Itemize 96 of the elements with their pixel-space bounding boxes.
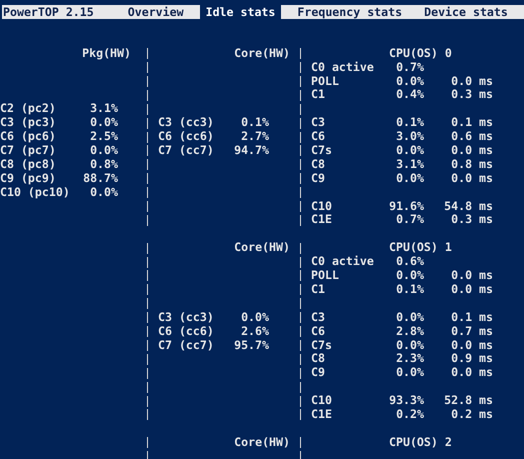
tab[interactable]: Overview <box>122 5 190 19</box>
residency-value: 2.8% <box>396 324 424 339</box>
time-value: 0.3 ms <box>451 88 493 102</box>
state-label: C10 <box>311 200 332 214</box>
residency-value: 0.8% <box>90 158 118 172</box>
column-header: Core(HW) <box>234 46 290 61</box>
state-label: C9 <box>311 172 325 186</box>
state-label: C10 <box>311 394 332 408</box>
residency-value: 0.7% <box>396 60 424 75</box>
time-value: 0.8 ms <box>451 158 493 172</box>
state-label: C7 (cc7) <box>158 338 214 352</box>
state-label: C0 active <box>311 60 374 75</box>
state-label: C7s <box>311 144 332 158</box>
time-value: 0.3 ms <box>451 213 493 228</box>
residency-value: 0.1% <box>396 282 424 297</box>
state-label: C1E <box>311 213 332 228</box>
state-label: C1E <box>311 408 332 422</box>
residency-value: 0.2% <box>396 408 424 422</box>
time-value: 0.1 ms <box>451 116 493 130</box>
residency-value: 0.0% <box>90 144 118 158</box>
residency-value: 0.0% <box>396 269 424 283</box>
time-value: 54.8 ms <box>444 200 493 214</box>
state-label: C10 (pc10) <box>0 186 70 200</box>
residency-value: 0.6% <box>396 255 424 270</box>
column-header: CPU(OS) 0 <box>389 46 452 61</box>
residency-value: 3.1% <box>90 102 118 116</box>
state-label: C8 <box>311 158 325 172</box>
state-label: C7 (cc7) <box>158 144 214 158</box>
residency-value: 0.7% <box>396 213 424 228</box>
time-value: 0.0 ms <box>451 366 493 380</box>
residency-value: 91.6% <box>389 200 424 214</box>
column-header: CPU(OS) 1 <box>389 241 452 256</box>
tab[interactable]: Device stats <box>418 5 514 19</box>
state-label: C1 <box>311 88 325 102</box>
residency-value: 0.0% <box>90 186 118 200</box>
state-label: C7s <box>311 338 332 352</box>
time-value: 0.0 ms <box>451 74 493 88</box>
residency-value: 2.7% <box>241 130 269 144</box>
column-header: Core(HW) <box>234 436 290 450</box>
state-label: C9 <box>311 366 325 380</box>
state-label: C6 (pc6) <box>0 130 56 144</box>
state-label: C0 active <box>311 255 374 270</box>
residency-value: 3.0% <box>396 130 424 144</box>
state-label: C7 (pc7) <box>0 144 56 158</box>
time-value: 0.6 ms <box>451 130 493 144</box>
residency-value: 2.3% <box>396 352 424 366</box>
state-label: C2 (pc2) <box>0 102 56 116</box>
state-label: C3 <box>311 116 325 130</box>
residency-value: 2.6% <box>241 324 269 339</box>
state-label: POLL <box>311 269 339 283</box>
state-label: C8 <box>311 352 325 366</box>
tab[interactable]: Frequency stats <box>291 5 408 19</box>
residency-value: 0.0% <box>396 172 424 186</box>
state-label: C6 <box>311 324 325 339</box>
time-value: 0.0 ms <box>451 282 493 297</box>
residency-value: 0.1% <box>241 116 269 130</box>
time-value: 0.1 ms <box>451 310 493 325</box>
state-label: C8 (pc8) <box>0 158 56 172</box>
residency-value: 0.1% <box>396 116 424 130</box>
residency-value: 0.0% <box>396 144 424 158</box>
time-value: 0.2 ms <box>451 408 493 422</box>
state-label: C3 (pc3) <box>0 116 56 130</box>
state-label: C6 <box>311 130 325 144</box>
state-label: C3 <box>311 310 325 325</box>
residency-value: 0.0% <box>90 116 118 130</box>
column-header: Core(HW) <box>234 241 290 256</box>
residency-value: 0.0% <box>396 74 424 88</box>
column-header: Pkg(HW) <box>82 46 131 61</box>
residency-value: 0.0% <box>396 366 424 380</box>
column-header: CPU(OS) 2 <box>389 436 452 450</box>
time-value: 0.7 ms <box>451 324 493 339</box>
residency-value: 0.0% <box>396 310 424 325</box>
residency-value: 95.7% <box>234 338 269 352</box>
state-label: POLL <box>311 74 339 88</box>
residency-value: 3.1% <box>396 158 424 172</box>
time-value: 0.0 ms <box>451 269 493 283</box>
residency-value: 0.0% <box>396 338 424 352</box>
residency-value: 0.0% <box>241 310 269 325</box>
time-value: 0.0 ms <box>451 338 493 352</box>
residency-value: 2.5% <box>90 130 118 144</box>
state-label: C1 <box>311 282 325 297</box>
residency-value: 93.3% <box>389 394 424 408</box>
state-label: C3 (cc3) <box>158 310 214 325</box>
state-label: C6 (cc6) <box>158 130 214 144</box>
residency-value: 94.7% <box>234 144 269 158</box>
time-value: 0.0 ms <box>451 144 493 158</box>
residency-value: 88.7% <box>83 172 118 186</box>
time-value: 0.0 ms <box>451 172 493 186</box>
state-label: C9 (pc9) <box>0 172 56 186</box>
time-value: 0.9 ms <box>451 352 493 366</box>
tab[interactable]: Idle stats <box>200 5 282 19</box>
state-label: C3 (cc3) <box>158 116 214 130</box>
residency-value: 0.4% <box>396 88 424 102</box>
app-title: PowerTOP 2.15 <box>2 5 94 19</box>
state-label: C6 (cc6) <box>158 324 214 339</box>
time-value: 52.8 ms <box>444 394 493 408</box>
